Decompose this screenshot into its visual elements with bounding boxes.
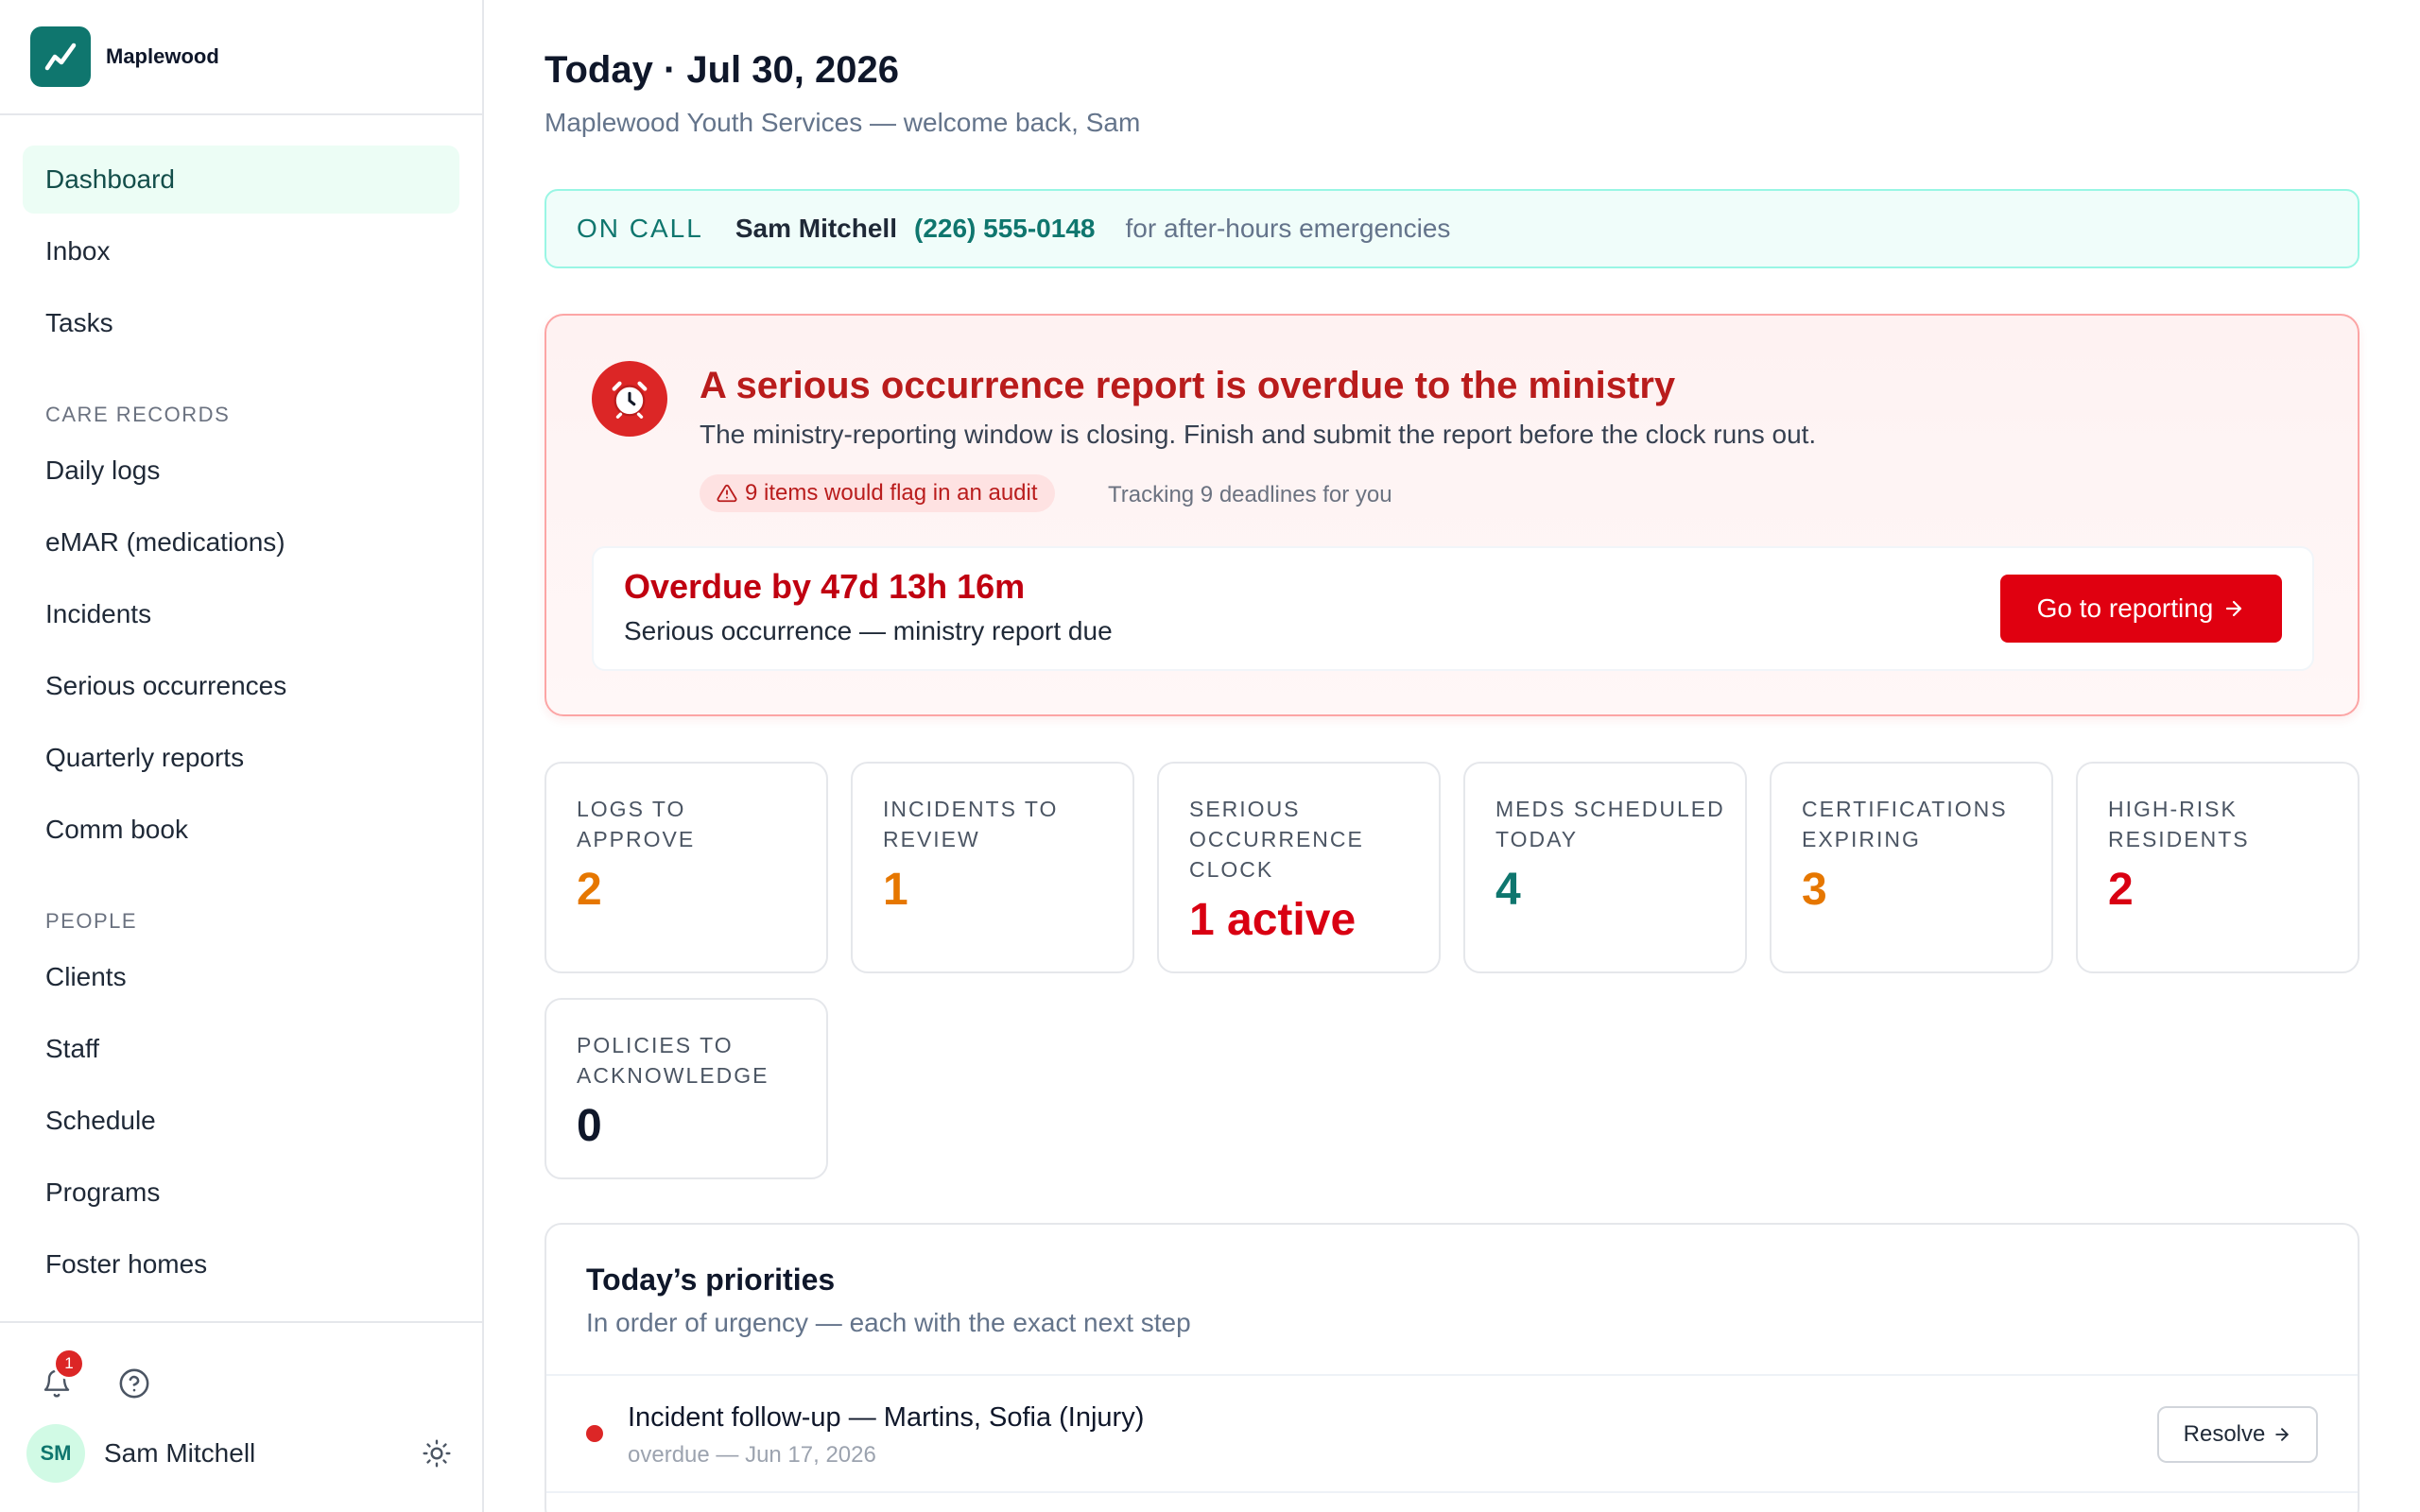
sun-icon <box>423 1439 451 1468</box>
stat-label-line: ACKNOWLEDGE <box>577 1063 769 1088</box>
stat-label: HIGH-RISK RESIDENTS <box>2108 794 2358 854</box>
on-call-label: ON CALL <box>577 214 703 243</box>
user-menu[interactable]: SM Sam Mitchell <box>26 1423 456 1484</box>
stat-label: SERIOUS OCCURRENCE CLOCK <box>1189 794 1439 885</box>
alarm-clock-icon <box>592 361 667 437</box>
overdue-card: Overdue by 47d 13h 16m Serious occurrenc… <box>592 546 2314 671</box>
nav-item-quarterly-reports[interactable]: Quarterly reports <box>23 724 459 792</box>
page-subtitle: Maplewood Youth Services — welcome back,… <box>544 108 1141 137</box>
nav-item-tasks[interactable]: Tasks <box>23 289 459 357</box>
stat-label-line: SERIOUS <box>1189 797 1301 821</box>
nav-section-care-records: CARE RECORDS <box>45 403 231 426</box>
stat-label-line: HIGH-RISK <box>2108 797 2238 821</box>
on-call-note: for after-hours emergencies <box>1125 214 1451 243</box>
stat-label: LOGS TO APPROVE <box>577 794 826 854</box>
on-call-banner: ON CALL Sam Mitchell (226) 555-0148 for … <box>544 189 2360 268</box>
warning-triangle-icon <box>717 484 737 503</box>
brand[interactable]: Maplewood <box>0 0 482 115</box>
overdue-description: Serious occurrence — ministry report due <box>624 616 1113 645</box>
stat-label-line: TODAY <box>1495 827 1579 851</box>
priorities-title: Today’s priorities <box>586 1263 836 1297</box>
stat-card[interactable]: CERTIFICATIONS EXPIRING 3 <box>1770 762 2053 973</box>
go-to-reporting-button[interactable]: Go to reporting <box>2000 575 2282 643</box>
stat-label: POLICIES TO ACKNOWLEDGE <box>577 1030 826 1091</box>
stat-label-line: LOGS TO <box>577 797 686 821</box>
alert-description: The ministry-reporting window is closing… <box>700 420 1817 449</box>
overdue-alert: A serious occurrence report is overdue t… <box>544 314 2360 716</box>
stat-label: CERTIFICATIONS EXPIRING <box>1802 794 2051 854</box>
stat-label-line: EXPIRING <box>1802 827 1921 851</box>
sidebar-footer: 1 SM Sam Mitchell <box>0 1321 482 1512</box>
stat-value: 3 <box>1802 865 1827 915</box>
help-circle-icon <box>119 1368 149 1399</box>
help-button[interactable] <box>115 1365 153 1402</box>
nav-item-incidents[interactable]: Incidents <box>23 580 459 648</box>
priority-item-meta: overdue — Jun 17, 2026 <box>628 1442 876 1468</box>
stat-value: 4 <box>1495 865 1521 915</box>
priorities-panel: Today’s priorities In order of urgency —… <box>544 1223 2360 1512</box>
stat-value: 1 <box>883 865 908 915</box>
nav-item-dashboard[interactable]: Dashboard <box>23 146 459 214</box>
priority-item-title: Incident follow-up — Martins, Sofia (Inj… <box>628 1402 1145 1433</box>
avatar: SM <box>26 1424 85 1483</box>
stat-label-line: MEDS SCHEDULED <box>1495 797 1725 821</box>
brand-name: Maplewood <box>106 44 219 68</box>
nav-item-inbox[interactable]: Inbox <box>23 217 459 285</box>
audit-warning-badge[interactable]: 9 items would flag in an audit <box>700 474 1055 512</box>
audit-warning-text: 9 items would flag in an audit <box>745 480 1038 506</box>
resolve-label: Resolve <box>2183 1421 2266 1447</box>
arrow-right-icon <box>2275 1428 2290 1441</box>
resolve-button[interactable]: Resolve <box>2157 1406 2318 1463</box>
stat-value: 2 <box>577 865 602 915</box>
stat-card[interactable]: MEDS SCHEDULED TODAY 4 <box>1463 762 1747 973</box>
stat-value: 1 active <box>1189 895 1357 945</box>
nav-item-clients[interactable]: Clients <box>23 943 459 1011</box>
stat-label-line: REVIEW <box>883 827 980 851</box>
stat-label-line: CLOCK <box>1189 857 1274 882</box>
nav-section-people: PEOPLE <box>45 909 138 933</box>
stat-card[interactable]: POLICIES TO ACKNOWLEDGE 0 <box>544 998 828 1179</box>
stat-card[interactable]: INCIDENTS TO REVIEW 1 <box>851 762 1134 973</box>
nav-item-emar[interactable]: eMAR (medications) <box>23 508 459 576</box>
theme-toggle-button[interactable] <box>418 1435 456 1472</box>
on-call-phone[interactable]: (226) 555-0148 <box>914 214 1095 244</box>
nav-item-foster-homes[interactable]: Foster homes <box>23 1230 459 1298</box>
urgency-dot-icon <box>586 1425 603 1442</box>
priority-item[interactable]: Incident follow-up — Martins, Sofia (Inj… <box>546 1376 2358 1493</box>
sidebar: Maplewood Dashboard Inbox Tasks CARE REC… <box>0 0 484 1512</box>
stat-label-line: OCCURRENCE <box>1189 827 1364 851</box>
stat-value: 2 <box>2108 865 2134 915</box>
arrow-right-icon <box>2226 600 2242 617</box>
nav-item-serious-occurrences[interactable]: Serious occurrences <box>23 652 459 720</box>
stat-label-line: INCIDENTS TO <box>883 797 1059 821</box>
nav-item-schedule[interactable]: Schedule <box>23 1087 459 1155</box>
stat-value: 0 <box>577 1101 602 1151</box>
go-to-reporting-label: Go to reporting <box>2036 593 2214 623</box>
page-title: Today · Jul 30, 2026 <box>544 49 899 91</box>
overdue-countdown: Overdue by 47d 13h 16m <box>624 567 1026 606</box>
stat-label: MEDS SCHEDULED TODAY <box>1495 794 1745 854</box>
user-name: Sam Mitchell <box>104 1438 256 1468</box>
nav-item-comm-book[interactable]: Comm book <box>23 796 459 864</box>
alert-title: A serious occurrence report is overdue t… <box>700 365 1676 406</box>
stat-card[interactable]: SERIOUS OCCURRENCE CLOCK 1 active <box>1157 762 1441 973</box>
notification-badge: 1 <box>53 1348 85 1380</box>
stat-card[interactable]: HIGH-RISK RESIDENTS 2 <box>2076 762 2360 973</box>
tracking-deadlines-text: Tracking 9 deadlines for you <box>1108 482 1392 507</box>
stat-label-line: APPROVE <box>577 827 696 851</box>
stat-label: INCIDENTS TO REVIEW <box>883 794 1132 854</box>
stat-label-line: RESIDENTS <box>2108 827 2250 851</box>
on-call-name: Sam Mitchell <box>735 214 897 243</box>
notifications-button[interactable]: 1 <box>38 1348 85 1402</box>
main-nav: Dashboard Inbox Tasks CARE RECORDS Daily… <box>0 115 482 1298</box>
stat-card[interactable]: LOGS TO APPROVE 2 <box>544 762 828 973</box>
stat-label-line: CERTIFICATIONS <box>1802 797 2008 821</box>
brand-logo-icon <box>30 26 91 87</box>
priorities-subtitle: In order of urgency — each with the exac… <box>586 1308 1191 1337</box>
nav-item-staff[interactable]: Staff <box>23 1015 459 1083</box>
footer-icons: 1 <box>38 1348 153 1402</box>
stat-label-line: POLICIES TO <box>577 1033 734 1057</box>
nav-item-programs[interactable]: Programs <box>23 1159 459 1227</box>
nav-item-daily-logs[interactable]: Daily logs <box>23 437 459 505</box>
